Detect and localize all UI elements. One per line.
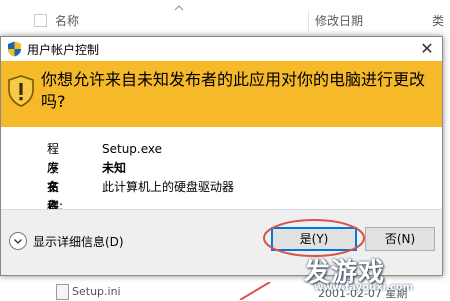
watermark-url: www.fayouxi.com — [314, 282, 414, 293]
annotation-line — [239, 282, 271, 300]
publisher-value: 未知 — [102, 161, 127, 175]
uac-question: 你想允许来自未知发布者的此应用对你的电脑进行更改吗? — [41, 70, 426, 111]
column-header-date-modified[interactable]: 修改日期 — [315, 12, 363, 29]
sort-ascending-icon — [174, 5, 184, 11]
dialog-titlebar: 用户帐户控制 ✕ — [1, 37, 442, 61]
uac-shield-icon — [8, 41, 21, 57]
column-header-name[interactable]: 名称 — [55, 12, 79, 29]
show-details-label: 显示详细信息(D) — [33, 235, 124, 249]
dialog-title: 用户帐户控制 — [27, 43, 100, 57]
file-origin-value: 此计算机上的硬盘驱动器 — [102, 180, 235, 194]
warning-banner: 你想允许来自未知发布者的此应用对你的电脑进行更改吗? — [1, 61, 442, 127]
warning-shield-icon — [8, 75, 34, 107]
chevron-down-icon — [9, 232, 27, 250]
watermark: 发游戏 www.fayouxi.com — [300, 252, 450, 300]
file-icon — [56, 284, 69, 300]
column-header-type[interactable]: 类 — [432, 12, 444, 29]
program-name-value: Setup.exe — [102, 142, 163, 156]
no-button[interactable]: 否(N) — [365, 227, 435, 251]
column-divider[interactable] — [308, 10, 309, 32]
file-name: Setup.ini — [72, 285, 121, 298]
file-list-header: 名称 修改日期 类 — [0, 0, 450, 40]
select-all-checkbox[interactable] — [34, 14, 47, 27]
close-button[interactable]: ✕ — [416, 38, 438, 60]
uac-dialog: 用户帐户控制 ✕ 你想允许来自未知发布者的此应用对你的电脑进行更改吗? 程序名称… — [0, 36, 443, 276]
